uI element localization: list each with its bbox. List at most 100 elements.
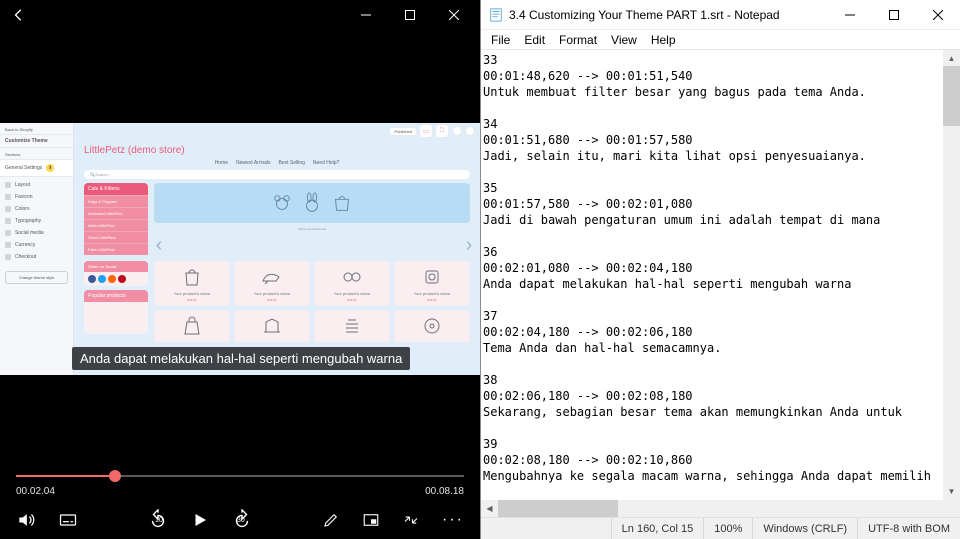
highlight-icon: ⬇ [46,164,54,172]
publish-badge: Published [390,128,416,135]
notepad-body: 33 00:01:48,620 --> 00:01:51,540 Untuk m… [481,50,960,517]
carousel-next-icon: › [460,229,478,261]
video-viewport[interactable]: Back to Shopify Customize Theme Sections… [0,30,480,468]
sections-tab: Sections [0,148,73,160]
search-input: 🔍 Search... [84,170,470,179]
horizontal-scrollbar[interactable]: ◀ ▶ [481,500,960,517]
notepad-statusbar: Ln 160, Col 15 100% Windows (CRLF) UTF-8… [481,517,960,539]
sidebar-item: Checkout [0,251,73,263]
volume-icon[interactable] [16,510,36,530]
sidebar-item: Social media [0,227,73,239]
banner-ad: This is the banner ad [154,183,470,223]
product-card: Your product's name€15.00 [314,261,390,306]
popular-body [84,302,148,334]
close-button[interactable] [432,0,476,30]
timeline-thumb[interactable] [109,470,121,482]
back-icon[interactable] [12,8,26,22]
category-item: Wish LittlePetz [84,219,148,231]
notepad-menu: FileEditFormatViewHelp [481,30,960,50]
maximize-button[interactable] [388,0,432,30]
theme-name: Customize Theme [0,135,73,148]
store-brand: LittlePetz (demo store) [84,145,470,156]
status-position: Ln 160, Col 15 [611,518,704,539]
store-nav: Home Newest Arrivals Best Selling Need Help… [84,158,470,170]
mini-view-icon[interactable] [362,511,380,529]
mobile-view-icon: ▭ [420,125,432,137]
category-item: Other LittlePetz [84,231,148,243]
category-item: Farm LittlePetz [84,243,148,255]
store-preview: LittlePetz (demo store) Home Newest Arriv… [74,139,480,375]
teddy-icon [271,192,293,214]
np-maximize-button[interactable] [872,0,916,30]
nav-item: Home [215,160,228,166]
notepad-window: 3.4 Customizing Your Theme PART 1.srt - … [480,0,960,539]
sidebar-item: Typography [0,215,73,227]
product-card [314,310,390,342]
vscroll-thumb[interactable] [943,66,960,126]
menu-item[interactable]: Format [553,33,603,47]
nav-item: Newest Arrivals [236,160,270,166]
fullscreen-icon[interactable] [402,511,420,529]
sidebar-item: Layout [0,179,73,191]
menu-item[interactable]: View [605,33,643,47]
store-editor-sidebar: Back to Shopify Customize Theme Sections… [0,123,74,375]
skip-back-button[interactable]: 10 [147,509,169,531]
product-card [394,310,470,342]
sidebar-item: Favicon [0,191,73,203]
scroll-up-icon[interactable]: ▲ [943,50,960,67]
bag-icon [331,192,353,214]
video-controls-bar: 00.02.04 00.08.18 10 30 ··· [0,468,480,539]
bunny-icon [301,192,323,214]
product-card: Your product's name€15.00 [394,261,470,306]
store-topbar: Published ▭ ⛶ [74,123,480,139]
share-icons [84,272,148,286]
minimize-button[interactable] [344,0,388,30]
pinterest-icon [118,275,126,283]
category-item: Dogs & Puppies [84,195,148,207]
play-button[interactable] [191,511,209,529]
status-encoding: UTF-8 with BOM [857,518,960,539]
product-card [154,310,230,342]
timeline[interactable] [16,468,464,484]
settings-tab-label: General Settings [5,165,42,171]
more-icon[interactable]: ··· [442,511,464,529]
status-dot-1 [453,127,461,135]
twitter-icon [98,275,106,283]
vertical-scrollbar[interactable]: ▲ ▼ [943,50,960,500]
time-current: 00.02.04 [16,486,55,497]
change-theme-button: Change theme style [5,271,68,284]
product-card [234,310,310,342]
video-player-window: Back to Shopify Customize Theme Sections… [0,0,480,539]
popular-head: Popular products [84,290,148,302]
edit-icon[interactable] [322,511,340,529]
nav-item: Best Selling [278,160,304,166]
video-caption: Anda dapat melakukan hal-hal seperti men… [72,347,410,370]
scroll-down-icon[interactable]: ▼ [943,483,960,500]
timeline-fill [16,475,115,477]
notepad-titlebar: 3.4 Customizing Your Theme PART 1.srt - … [481,0,960,30]
status-dot-2 [466,127,474,135]
skip-forward-button[interactable]: 30 [231,509,253,531]
notepad-text[interactable]: 33 00:01:48,620 --> 00:01:51,540 Untuk m… [481,50,960,517]
nav-item: Need Help? [313,160,339,166]
general-settings-tab: General Settings ⬇ [0,160,73,177]
status-zoom: 100% [703,518,752,539]
captions-icon[interactable] [58,510,78,530]
facebook-icon [88,275,96,283]
video-frame-store: Back to Shopify Customize Theme Sections… [0,123,480,375]
sidebar-item: Colors [0,203,73,215]
scroll-corner [943,500,960,517]
menu-item[interactable]: Help [645,33,682,47]
menu-item[interactable]: Edit [518,33,551,47]
back-to-shopify-link: Back to Shopify [0,123,73,135]
time-total: 00.08.18 [425,486,464,497]
notepad-icon [489,8,503,22]
np-minimize-button[interactable] [828,0,872,30]
search-row: 🔍 Search... [84,170,470,179]
fullscreen-view-icon: ⛶ [436,125,448,137]
status-eol: Windows (CRLF) [752,518,857,539]
hscroll-thumb[interactable] [498,500,618,517]
scroll-left-icon[interactable]: ◀ [481,500,498,517]
menu-item[interactable]: File [485,33,516,47]
np-close-button[interactable] [916,0,960,30]
